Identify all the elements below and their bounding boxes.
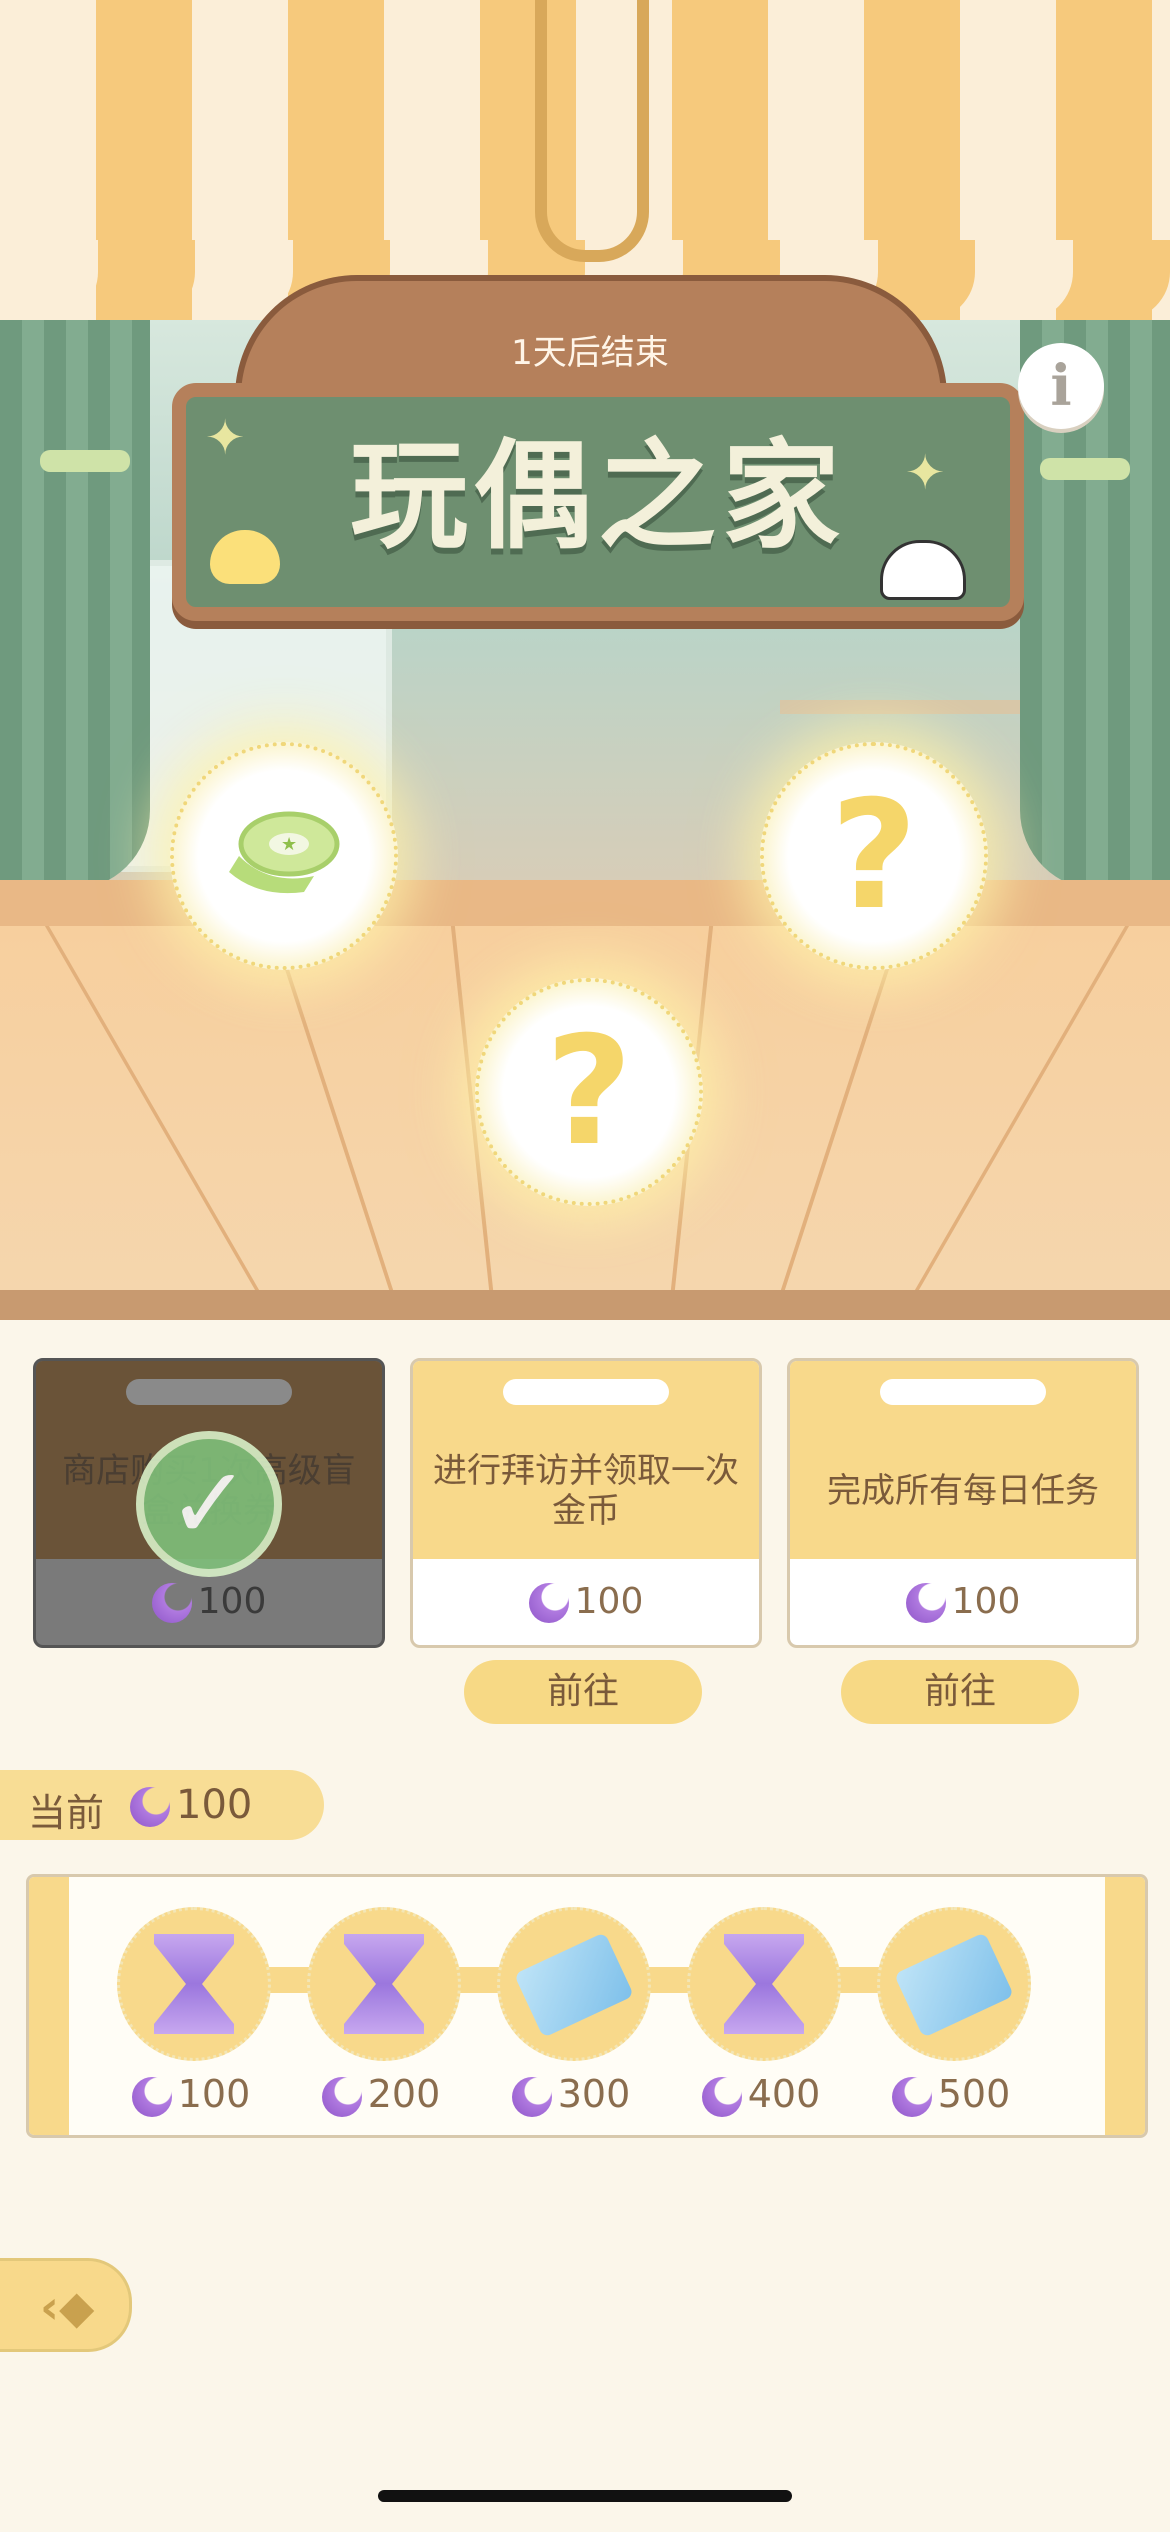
hourglass-icon bbox=[154, 1934, 234, 2034]
mystery-prize-center[interactable]: ? bbox=[475, 978, 703, 1206]
event-title: 玩偶之家 bbox=[349, 427, 846, 565]
milestone-reward-ticket[interactable] bbox=[497, 1907, 651, 2061]
task-text: 进行拜访并领取一次金币 bbox=[433, 1451, 739, 1531]
milestone-reward-hourglass[interactable] bbox=[687, 1907, 841, 2061]
question-mark-icon: ? bbox=[545, 1005, 633, 1179]
info-button[interactable]: i bbox=[1018, 343, 1104, 429]
left-curtain bbox=[0, 250, 150, 890]
ticket-icon bbox=[893, 1932, 1015, 2038]
question-mark-icon: ? bbox=[830, 769, 918, 943]
info-icon: i bbox=[1050, 353, 1072, 419]
curtain-tie bbox=[1040, 458, 1130, 480]
check-icon: ✓ bbox=[136, 1431, 282, 1577]
moon-icon bbox=[130, 1787, 170, 1827]
moon-icon bbox=[528, 1583, 569, 1623]
moon-icon bbox=[905, 1583, 946, 1623]
svg-text:★: ★ bbox=[281, 834, 297, 855]
moon-icon bbox=[151, 1583, 192, 1623]
milestone-cost: 300 bbox=[497, 2072, 645, 2117]
floor-edge bbox=[0, 1290, 1170, 1320]
milestone-reward-hourglass[interactable] bbox=[117, 1907, 271, 2061]
moon-icon bbox=[321, 2076, 362, 2117]
current-label: 当前 bbox=[28, 1791, 105, 1835]
hourglass-icon bbox=[724, 1934, 804, 2034]
milestone-cost: 100 bbox=[117, 2072, 265, 2117]
moon-icon bbox=[131, 2076, 172, 2117]
milestone-cost: 400 bbox=[687, 2072, 835, 2117]
hourglass-icon bbox=[344, 1934, 424, 2034]
back-arrow-icon: ‹◆ bbox=[40, 2280, 95, 2334]
go-button[interactable]: 前往 bbox=[841, 1660, 1079, 1724]
curtain-tie bbox=[40, 450, 130, 472]
task-card-completed: 商店购买1次高级盲盒兑换券 100 ✓ bbox=[33, 1358, 385, 1648]
milestone-track: 100 200 300 400 500 bbox=[26, 1874, 1148, 2138]
ribbon-icon: ★ bbox=[229, 811, 340, 894]
task-reward: 100 bbox=[413, 1581, 759, 1623]
milestone-cost: 200 bbox=[307, 2072, 455, 2117]
milestone-cost: 500 bbox=[877, 2072, 1025, 2117]
sign-rope bbox=[535, 0, 649, 262]
sparkle-icon: ✦ bbox=[905, 445, 946, 501]
moon-icon bbox=[701, 2076, 742, 2117]
milestone-reward-hourglass[interactable] bbox=[307, 1907, 461, 2061]
ribbon-prize[interactable]: ★ bbox=[170, 742, 398, 970]
task-reward: 100 bbox=[36, 1581, 382, 1623]
ticket-icon bbox=[513, 1932, 635, 2038]
moon-icon bbox=[891, 2076, 932, 2117]
moon-icon bbox=[511, 2076, 552, 2117]
milestone-reward-ticket[interactable] bbox=[877, 1907, 1031, 2061]
sparkle-icon: ✦ bbox=[205, 410, 246, 466]
event-timer: 1天后结束 bbox=[511, 333, 669, 373]
current-value: 100 bbox=[130, 1782, 252, 1828]
task-reward: 100 bbox=[790, 1581, 1136, 1623]
home-indicator[interactable] bbox=[378, 2490, 792, 2502]
task-card: 完成所有每日任务 100 bbox=[787, 1358, 1139, 1648]
go-button[interactable]: 前往 bbox=[464, 1660, 702, 1724]
task-text: 完成所有每日任务 bbox=[827, 1471, 1099, 1511]
task-card: 进行拜访并领取一次金币 100 bbox=[410, 1358, 762, 1648]
mystery-prize-right[interactable]: ? bbox=[760, 742, 988, 970]
